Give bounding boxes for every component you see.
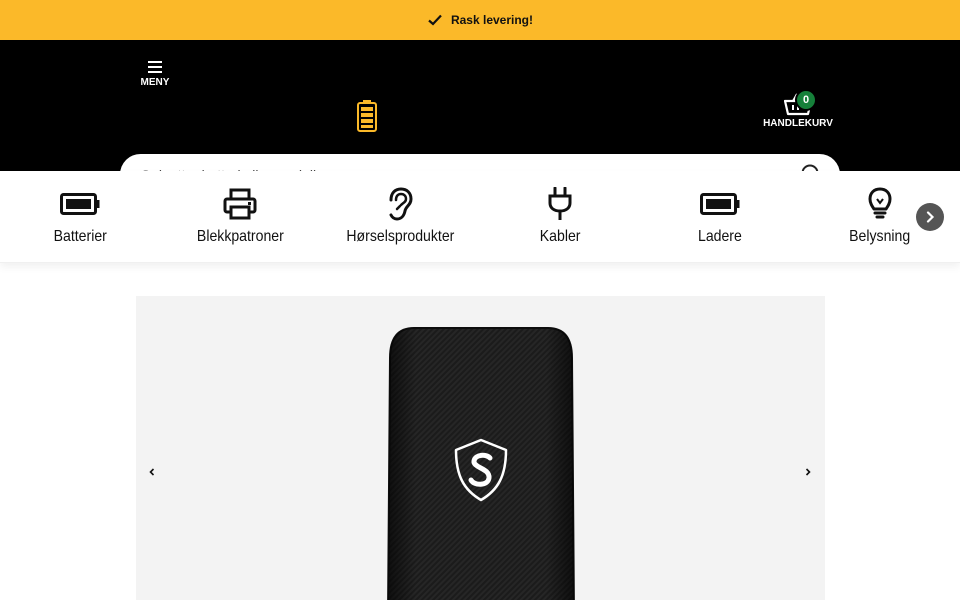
category-label: Kabler bbox=[539, 228, 581, 245]
battery-icon bbox=[700, 186, 740, 222]
category-kabler[interactable]: Kabler bbox=[480, 171, 640, 262]
category-label: Ladere bbox=[698, 228, 742, 245]
logo-suffix: XPERTEN bbox=[456, 107, 532, 124]
logo-text: BATTERIEXPERTEN bbox=[379, 107, 531, 125]
category-label: Batterier bbox=[53, 228, 107, 245]
site-header: MENY BATTERIEXPERTEN 0 HANDLEKURV bbox=[0, 40, 960, 195]
category-batterier[interactable]: Batterier bbox=[0, 171, 160, 262]
category-label: Hørselsprodukter bbox=[346, 228, 454, 245]
cart-button[interactable]: 0 HANDLEKURV bbox=[760, 89, 836, 129]
category-bar: Batterier Blekkpatroner Hørselsprodukter… bbox=[0, 171, 960, 263]
menu-label: MENY bbox=[140, 77, 170, 88]
logo-prefix: BATTERI bbox=[379, 107, 446, 124]
chevron-left-icon bbox=[149, 468, 155, 476]
product-image bbox=[387, 327, 575, 600]
hamburger-icon bbox=[148, 61, 162, 73]
category-ladere[interactable]: Ladere bbox=[640, 171, 800, 262]
cart-count-badge: 0 bbox=[795, 89, 817, 111]
check-icon bbox=[428, 14, 442, 26]
ear-icon bbox=[380, 186, 420, 222]
chevron-right-icon bbox=[805, 468, 811, 476]
promo-bar: Rask levering! bbox=[0, 0, 960, 40]
menu-button[interactable]: MENY bbox=[130, 60, 180, 88]
battery-logo-icon bbox=[357, 100, 377, 132]
gallery-next-button[interactable] bbox=[798, 462, 818, 482]
product-gallery bbox=[136, 296, 825, 600]
printer-icon bbox=[220, 186, 260, 222]
battery-icon bbox=[60, 186, 100, 222]
cart-label: HANDLEKURV bbox=[763, 118, 833, 129]
logo[interactable]: BATTERIEXPERTEN bbox=[357, 100, 531, 132]
gallery-prev-button[interactable] bbox=[142, 462, 162, 482]
plug-icon bbox=[540, 186, 580, 222]
category-blekkpatroner[interactable]: Blekkpatroner bbox=[160, 171, 320, 262]
category-label: Belysning bbox=[849, 228, 911, 245]
category-next-button[interactable] bbox=[916, 203, 944, 231]
logo-highlight: E bbox=[445, 107, 457, 124]
promo-text: Rask levering! bbox=[450, 13, 534, 27]
category-label: Blekkpatroner bbox=[196, 228, 284, 245]
lightbulb-icon bbox=[860, 186, 900, 222]
chevron-right-icon bbox=[926, 211, 935, 223]
category-horselsprodukter[interactable]: Hørselsprodukter bbox=[320, 171, 480, 262]
